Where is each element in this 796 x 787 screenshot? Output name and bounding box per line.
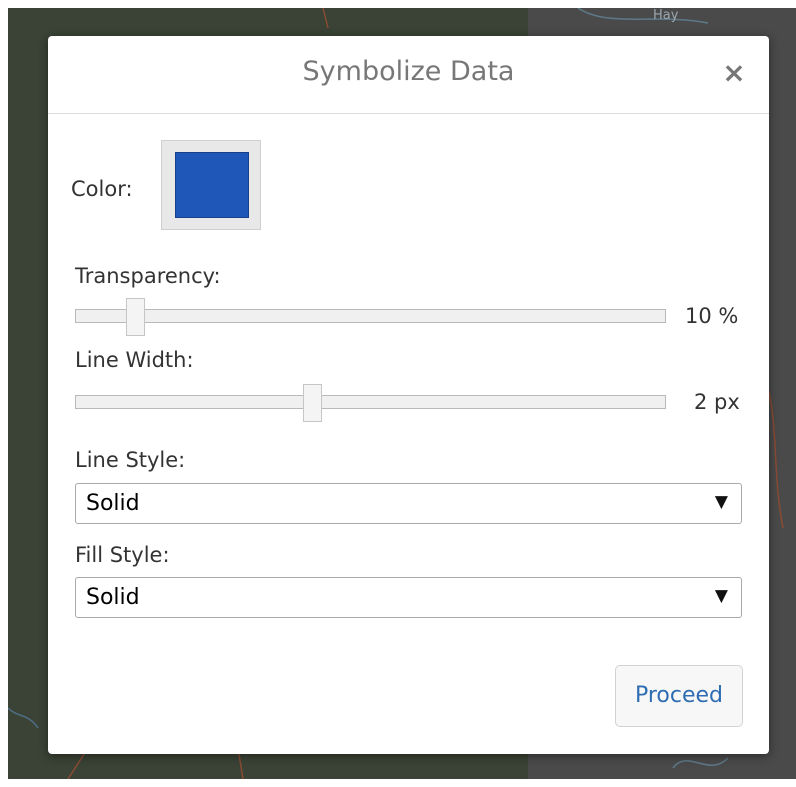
line-width-slider-handle[interactable] [303, 384, 323, 422]
fill-style-select[interactable]: Solid ▼ [75, 577, 742, 618]
color-picker-button[interactable] [161, 140, 261, 230]
line-width-slider[interactable] [75, 384, 666, 422]
transparency-label: Transparency: [75, 264, 221, 288]
map-label-top-right: Hay [653, 8, 679, 23]
line-style-label: Line Style: [75, 448, 186, 472]
transparency-slider[interactable] [75, 298, 666, 336]
transparency-slider-handle[interactable] [126, 298, 146, 336]
color-label: Color: [71, 177, 133, 201]
dialog-title: Symbolize Data [302, 56, 515, 87]
line-width-label: Line Width: [75, 348, 194, 372]
close-icon[interactable]: × [719, 56, 749, 90]
color-swatch-fill [175, 152, 249, 218]
transparency-value: 10 % [685, 304, 739, 328]
line-style-selected: Solid [86, 491, 140, 516]
chevron-down-icon: ▼ [714, 492, 728, 512]
fill-style-selected: Solid [86, 585, 140, 610]
chevron-down-icon: ▼ [714, 586, 728, 606]
dialog-header: Symbolize Data × [48, 36, 769, 114]
symbolize-dialog: Symbolize Data × Color: Transparency: 10… [48, 36, 769, 754]
line-style-select[interactable]: Solid ▼ [75, 483, 742, 524]
line-width-value: 2 px [694, 390, 740, 414]
fill-style-label: Fill Style: [75, 543, 170, 567]
proceed-button[interactable]: Proceed [615, 665, 743, 727]
